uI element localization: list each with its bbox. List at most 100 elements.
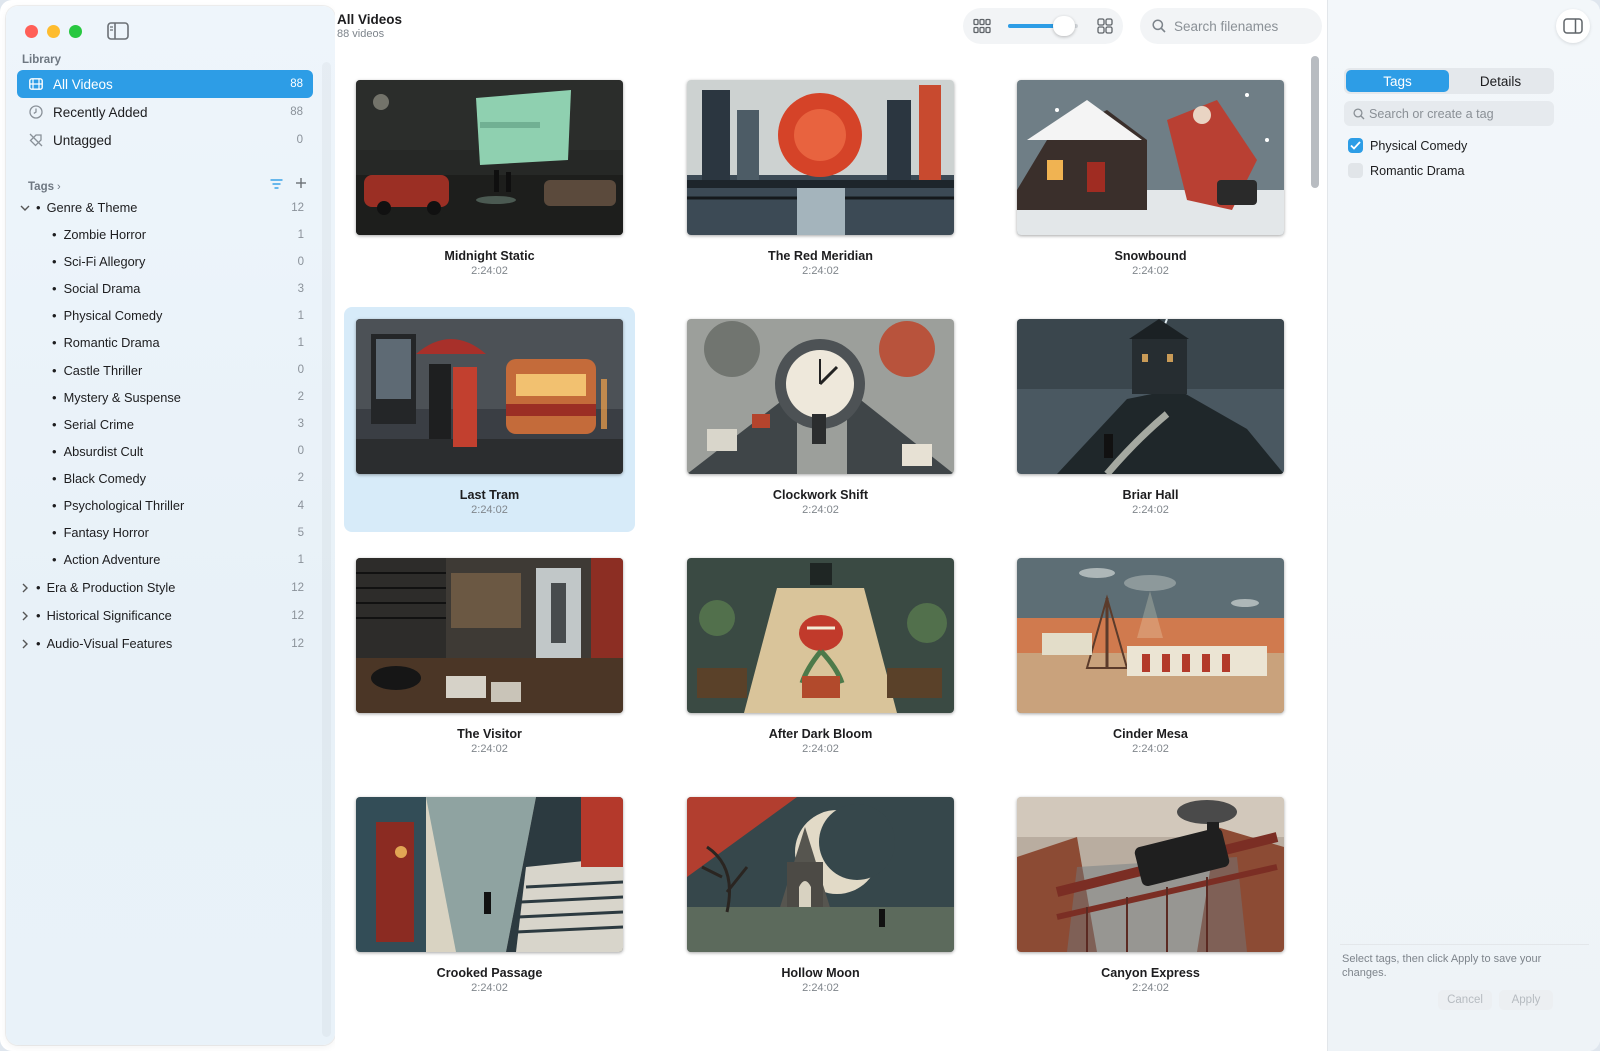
minimize-window-button[interactable] xyxy=(47,25,60,38)
count-badge: 0 xyxy=(296,134,303,146)
tag-option-romantic-drama[interactable]: Romantic Drama xyxy=(1348,163,1464,178)
video-title: Snowbound xyxy=(1114,249,1187,263)
video-thumbnail[interactable] xyxy=(687,797,954,952)
tag-item-label: Fantasy Horror xyxy=(63,525,149,541)
bullet: • xyxy=(52,525,57,541)
video-card[interactable]: Hollow Moon 2:24:02 xyxy=(675,785,966,1010)
checkbox-unchecked[interactable] xyxy=(1348,163,1363,178)
count-badge: 0 xyxy=(297,364,304,376)
tag-option-physical-comedy[interactable]: Physical Comedy xyxy=(1348,138,1467,153)
video-card[interactable]: Cinder Mesa 2:24:02 xyxy=(1005,546,1296,771)
chevron-right-icon[interactable] xyxy=(18,611,32,621)
close-window-button[interactable] xyxy=(25,25,38,38)
thumbnail-size-slider[interactable] xyxy=(1008,16,1078,36)
tag-item-zombie-horror[interactable]: • Zombie Horror 1 xyxy=(52,221,314,248)
thumbnail-image xyxy=(356,80,623,235)
chevron-right-icon[interactable] xyxy=(18,583,32,593)
video-card[interactable]: Snowbound 2:24:02 xyxy=(1005,68,1296,293)
tag-search-field[interactable] xyxy=(1344,101,1554,126)
thumbnail-size-control xyxy=(963,8,1123,44)
sidebar-item-untagged[interactable]: Untagged 0 xyxy=(17,126,313,154)
large-grid-icon[interactable] xyxy=(1097,18,1113,37)
tag-group-genre-theme[interactable]: • Genre & Theme 12 xyxy=(18,194,314,221)
video-thumbnail[interactable] xyxy=(1017,558,1284,713)
zoom-window-button[interactable] xyxy=(69,25,82,38)
chevron-down-icon[interactable] xyxy=(18,204,32,212)
cancel-button[interactable]: Cancel xyxy=(1438,990,1492,1010)
video-thumbnail[interactable] xyxy=(356,319,623,474)
sidebar: Library All Videos 88 Recently Added 88 … xyxy=(6,6,335,1045)
tag-group-era-production-style[interactable]: • Era & Production Style 12 xyxy=(18,574,314,601)
main-content: All Videos 88 videos Search filenames Mi… xyxy=(335,0,1327,1051)
scrollbar-thumb[interactable] xyxy=(1311,56,1319,188)
video-duration: 2:24:02 xyxy=(471,743,508,755)
video-card[interactable]: The Red Meridian 2:24:02 xyxy=(675,68,966,293)
thumbnail-image xyxy=(687,797,954,952)
tag-item-social-drama[interactable]: • Social Drama 3 xyxy=(52,275,314,302)
video-thumbnail[interactable] xyxy=(1017,319,1284,474)
video-duration: 2:24:02 xyxy=(1132,743,1169,755)
tag-item-fantasy-horror[interactable]: • Fantasy Horror 5 xyxy=(52,519,314,546)
thumbnail-image xyxy=(687,558,954,713)
video-thumbnail[interactable] xyxy=(687,80,954,235)
video-card[interactable]: Last Tram 2:24:02 xyxy=(344,307,635,532)
tag-item-absurdist-cult[interactable]: • Absurdist Cult 0 xyxy=(52,438,314,465)
video-card[interactable]: Clockwork Shift 2:24:02 xyxy=(675,307,966,532)
search-input[interactable] xyxy=(1174,18,1314,34)
tag-item-action-adventure[interactable]: • Action Adventure 1 xyxy=(52,546,314,573)
video-card[interactable]: Crooked Passage 2:24:02 xyxy=(344,785,635,1010)
tab-details[interactable]: Details xyxy=(1449,70,1552,92)
tags-section-header[interactable]: Tags › xyxy=(28,177,313,195)
tag-item-black-comedy[interactable]: • Black Comedy 2 xyxy=(52,465,314,492)
tag-search-input[interactable] xyxy=(1369,106,1549,121)
video-card[interactable]: After Dark Bloom 2:24:02 xyxy=(675,546,966,771)
tab-tags[interactable]: Tags xyxy=(1346,70,1449,92)
tag-group-audio-visual-features[interactable]: • Audio-Visual Features 12 xyxy=(18,630,314,657)
video-card[interactable]: Midnight Static 2:24:02 xyxy=(344,68,635,293)
tag-item-romantic-drama[interactable]: • Romantic Drama 1 xyxy=(52,329,314,356)
video-title: The Visitor xyxy=(457,727,522,741)
filter-icon[interactable] xyxy=(270,177,283,192)
filename-search[interactable] xyxy=(1140,8,1322,44)
video-title: Clockwork Shift xyxy=(772,488,869,502)
tag-item-label: Absurdist Cult xyxy=(63,443,144,459)
sidebar-item-all-videos[interactable]: All Videos 88 xyxy=(17,70,313,98)
tag-item-psychological-thriller[interactable]: • Psychological Thriller 4 xyxy=(52,492,314,519)
count-badge: 12 xyxy=(291,637,304,650)
slider-knob[interactable] xyxy=(1053,16,1075,36)
bullet: • xyxy=(52,335,57,351)
sidebar-item-recently-added[interactable]: Recently Added 88 xyxy=(17,98,313,126)
video-thumbnail[interactable] xyxy=(356,80,623,235)
video-thumbnail[interactable] xyxy=(1017,797,1284,952)
tag-group-label: Audio-Visual Features xyxy=(46,636,173,651)
video-card[interactable]: Canyon Express 2:24:02 xyxy=(1005,785,1296,1010)
sidebar-scrollbar[interactable] xyxy=(322,62,331,1037)
small-grid-icon[interactable] xyxy=(973,18,991,37)
count-badge: 12 xyxy=(291,201,304,214)
video-card[interactable]: Briar Hall 2:24:02 xyxy=(1005,307,1296,532)
video-title: Briar Hall xyxy=(1122,488,1179,502)
tag-item-sci-fi-allegory[interactable]: • Sci-Fi Allegory 0 xyxy=(52,248,314,275)
add-tag-icon[interactable] xyxy=(295,177,307,192)
grid-scrollbar[interactable] xyxy=(1310,54,1321,1046)
tag-item-physical-comedy[interactable]: • Physical Comedy 1 xyxy=(52,302,314,329)
count-badge: 1 xyxy=(297,553,304,566)
bullet: • xyxy=(52,552,57,568)
video-thumbnail[interactable] xyxy=(356,558,623,713)
bullet: • xyxy=(52,498,57,513)
tag-item-serial-crime[interactable]: • Serial Crime 3 xyxy=(52,411,314,438)
video-thumbnail[interactable] xyxy=(356,797,623,952)
checkbox-checked[interactable] xyxy=(1348,138,1363,153)
video-thumbnail[interactable] xyxy=(687,558,954,713)
chevron-right-icon[interactable] xyxy=(18,639,32,649)
video-card[interactable]: The Visitor 2:24:02 xyxy=(344,546,635,771)
apply-button[interactable]: Apply xyxy=(1499,990,1553,1010)
inspector-toggle-icon[interactable] xyxy=(1556,9,1590,43)
video-thumbnail[interactable] xyxy=(1017,80,1284,235)
sidebar-toggle-icon[interactable] xyxy=(106,21,130,41)
sidebar-item-label: Recently Added xyxy=(53,104,148,120)
tag-item-mystery-suspense[interactable]: • Mystery & Suspense 2 xyxy=(52,384,314,411)
video-thumbnail[interactable] xyxy=(687,319,954,474)
tag-group-historical-significance[interactable]: • Historical Significance 12 xyxy=(18,602,314,629)
tag-item-castle-thriller[interactable]: • Castle Thriller 0 xyxy=(52,357,314,384)
